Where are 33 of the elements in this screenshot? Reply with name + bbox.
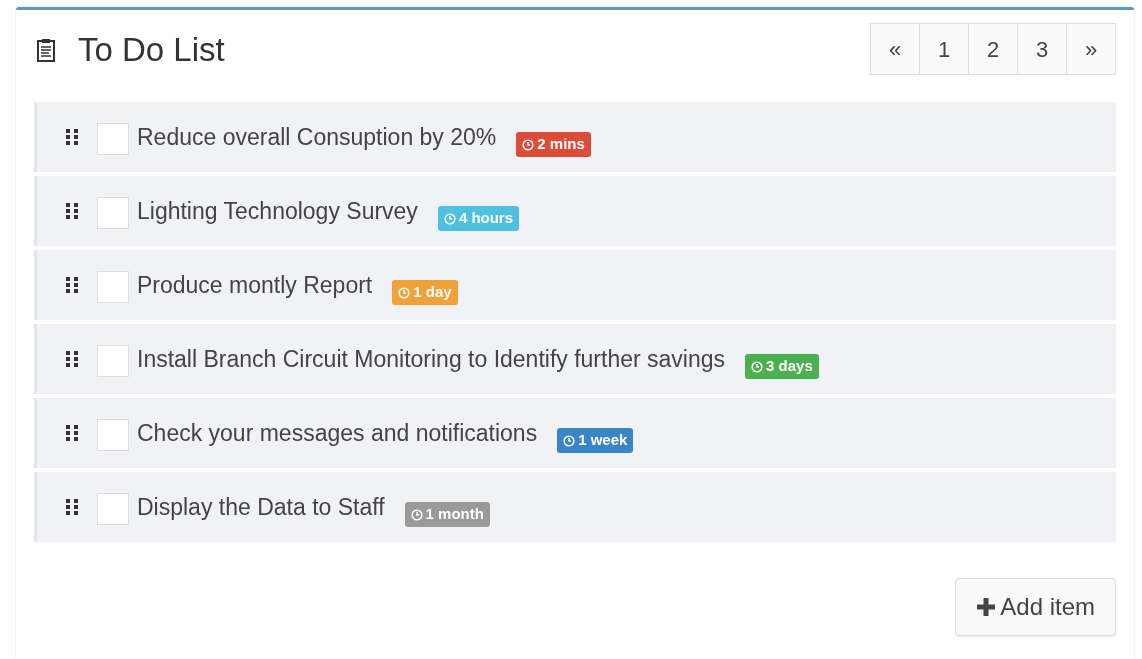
page-link[interactable]: 2 <box>968 23 1018 75</box>
checkbox[interactable] <box>97 197 129 229</box>
page-link[interactable]: « <box>870 23 920 75</box>
clock-icon <box>410 508 423 521</box>
clock-icon <box>563 434 576 447</box>
page-link[interactable]: 1 <box>919 23 969 75</box>
time-badge: 2 mins <box>516 132 591 157</box>
time-badge: 3 days <box>745 354 819 379</box>
todo-text: Lighting Technology Survey <box>137 197 418 225</box>
checkbox[interactable] <box>97 271 129 303</box>
time-badge: 1 month <box>404 502 490 527</box>
checkbox[interactable] <box>97 419 129 451</box>
todo-text: Reduce overall Consuption by 20% <box>137 123 497 151</box>
add-item-button[interactable]: Add item <box>955 578 1116 636</box>
clock-icon <box>522 138 535 151</box>
page-link[interactable]: 3 <box>1017 23 1067 75</box>
todo-text: Check your messages and notifications <box>137 419 538 447</box>
checkbox[interactable] <box>97 493 129 525</box>
clock-icon <box>443 212 456 225</box>
card-title: To Do List <box>78 30 225 71</box>
todo-text: Produce montly Report <box>137 271 373 299</box>
checkbox[interactable] <box>97 345 129 377</box>
todo-text: Install Branch Circuit Monitoring to Identify further savings <box>137 345 726 373</box>
clock-icon <box>398 286 411 299</box>
page-link[interactable]: » <box>1066 23 1116 75</box>
clipboard-icon <box>36 38 56 62</box>
clock-icon <box>751 360 764 373</box>
time-badge: 1 day <box>392 280 458 305</box>
todo-text: Display the Data to Staff <box>137 493 385 521</box>
plus-icon <box>976 597 997 617</box>
time-badge: 4 hours <box>437 206 520 231</box>
time-badge: 1 week <box>557 428 634 453</box>
checkbox[interactable] <box>97 123 129 155</box>
